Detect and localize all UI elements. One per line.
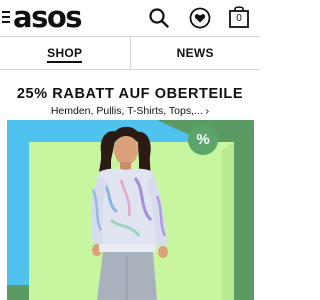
percent-icon: %	[196, 131, 210, 148]
tab-shop[interactable]: SHOP	[0, 37, 131, 69]
search-icon[interactable]	[148, 7, 170, 29]
asos-logo[interactable]: asos	[13, 0, 83, 34]
menu-icon[interactable]	[2, 11, 10, 23]
heart-icon[interactable]	[189, 7, 211, 29]
promo-subtitle-link[interactable]: Hemden, Pullis, T-Shirts, Tops,... ›	[0, 105, 260, 117]
bag-count-badge: 0	[236, 13, 242, 24]
promo-banner[interactable]: %	[7, 120, 254, 300]
promo-title[interactable]: 25% RABATT AUF OBERTEILE	[0, 86, 260, 102]
bag-icon[interactable]: 0	[228, 5, 250, 29]
discount-badge: %	[188, 125, 218, 155]
tab-news[interactable]: NEWS	[131, 37, 261, 69]
main-nav-tabs: SHOP NEWS	[0, 36, 260, 70]
header-bar: asos 0	[0, 0, 260, 36]
